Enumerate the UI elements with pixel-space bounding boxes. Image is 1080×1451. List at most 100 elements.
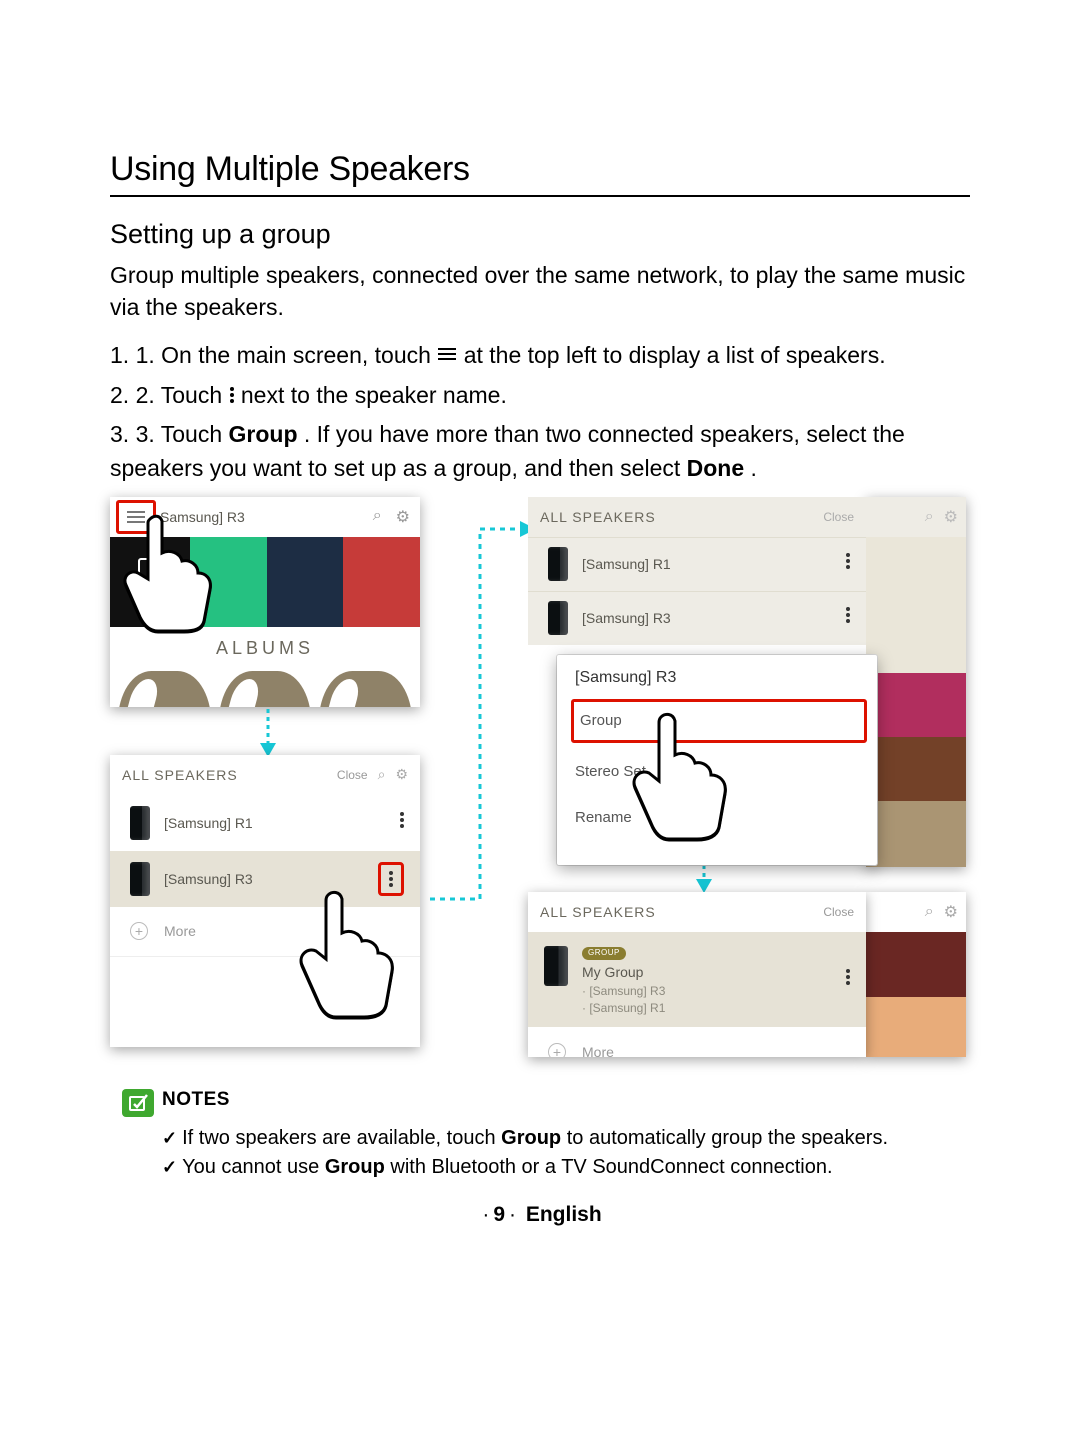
- popup-stereo-option[interactable]: Stereo Set: [557, 749, 877, 795]
- notes-list: If two speakers are available, touch Gro…: [162, 1127, 970, 1179]
- phone-icon: [138, 558, 162, 592]
- album-thumb[interactable]: [319, 671, 412, 707]
- fig4-header: ALL SPEAKERS Close: [528, 892, 866, 932]
- group-row[interactable]: GROUP My Group · [Samsung] R3 · [Samsung…: [528, 932, 866, 1027]
- fig1-tile-navy[interactable]: [267, 537, 344, 627]
- speaker-row-selected[interactable]: [Samsung] R3: [110, 851, 420, 907]
- step-2: 2. Touch next to the speaker name.: [110, 379, 970, 412]
- title-rule: [110, 195, 970, 197]
- fig1-title: Samsung] R3: [160, 509, 245, 525]
- search-icon[interactable]: ⌕: [925, 508, 934, 526]
- search-icon[interactable]: ⌕: [925, 903, 934, 921]
- plus-icon: +: [548, 1043, 566, 1057]
- fig2-title: ALL SPEAKERS: [122, 767, 238, 783]
- step-3-text-a: 3. Touch: [136, 421, 229, 447]
- step-3-text-c: .: [751, 455, 757, 481]
- figure-context-popup: [Samsung] R3 Group Stereo Set Rename: [557, 655, 877, 865]
- note-bold: Group: [325, 1156, 385, 1178]
- more-button[interactable]: [846, 967, 850, 992]
- figure-area: Samsung] R3 ⌕ ⚙ My Phone ALBUMS: [110, 497, 970, 1067]
- note-item: You cannot use Group with Bluetooth or a…: [162, 1156, 970, 1179]
- search-icon[interactable]: ⌕: [378, 766, 386, 783]
- fig3-background-strip: ⌕⚙: [866, 497, 966, 867]
- page-footer: ·9· English: [110, 1203, 970, 1227]
- fig1-header: Samsung] R3 ⌕ ⚙: [110, 497, 420, 537]
- hamburger-icon: [437, 347, 457, 363]
- search-icon[interactable]: ⌕: [373, 507, 382, 527]
- speaker-icon: [544, 946, 568, 986]
- step-2-text-b: next to the speaker name.: [241, 382, 507, 408]
- step-1: 1. On the main screen, touch at the top …: [110, 339, 970, 372]
- notes-header: NOTES: [122, 1089, 970, 1117]
- speaker-name: [Samsung] R3: [164, 871, 253, 887]
- add-more-row[interactable]: + More: [528, 1027, 866, 1057]
- fig4-background-strip: ⌕⚙: [866, 892, 966, 1057]
- more-button-highlighted[interactable]: [378, 862, 404, 896]
- fig2-close-button[interactable]: Close: [337, 768, 368, 782]
- settings-icon[interactable]: ⚙: [944, 902, 958, 922]
- fig2-header: ALL SPEAKERS Close ⌕ ⚙: [110, 755, 420, 795]
- fig3-close-button[interactable]: Close: [823, 510, 854, 524]
- group-name: My Group: [582, 964, 643, 980]
- notes-title: NOTES: [162, 1089, 230, 1111]
- group-badge: GROUP: [582, 947, 626, 960]
- speaker-name: [Samsung] R3: [582, 610, 671, 626]
- page-language: English: [526, 1203, 602, 1226]
- step-1-text-b: at the top left to display a list of spe…: [464, 342, 886, 368]
- speaker-icon: [130, 862, 150, 896]
- speaker-row[interactable]: [Samsung] R1: [110, 795, 420, 851]
- flow-arrow-icon: [258, 709, 278, 759]
- flow-arrow-icon: [420, 523, 540, 923]
- step-2-text-a: 2. Touch: [136, 382, 229, 408]
- fig1-album-thumbs: [110, 671, 420, 707]
- speaker-row[interactable]: [Samsung] R3: [528, 591, 866, 645]
- note-text: to automatically group the speakers.: [561, 1127, 888, 1149]
- speaker-row[interactable]: [Samsung] R1: [528, 537, 866, 591]
- group-member: · [Samsung] R3: [582, 984, 665, 998]
- speaker-name: [Samsung] R1: [164, 815, 253, 831]
- more-label: More: [164, 923, 196, 939]
- steps-list: 1. On the main screen, touch at the top …: [110, 339, 970, 484]
- fig1-tile-green[interactable]: [190, 537, 267, 627]
- note-text: If two speakers are available, touch: [182, 1127, 501, 1149]
- settings-icon[interactable]: ⚙: [944, 507, 958, 527]
- fig1-albums-tab[interactable]: ALBUMS: [110, 627, 420, 671]
- album-thumb[interactable]: [118, 671, 211, 707]
- fig4-title: ALL SPEAKERS: [540, 904, 656, 920]
- add-more-row[interactable]: + More: [110, 907, 420, 957]
- album-thumb[interactable]: [219, 671, 312, 707]
- more-button[interactable]: [400, 810, 404, 836]
- note-bold: Group: [501, 1127, 561, 1149]
- settings-icon[interactable]: ⚙: [395, 766, 408, 783]
- fig3-header: ALL SPEAKERS Close: [528, 497, 866, 537]
- fig1-tile-red[interactable]: [343, 537, 420, 627]
- speaker-icon: [130, 806, 150, 840]
- fig4-close-button[interactable]: Close: [823, 905, 854, 919]
- fig3-title: ALL SPEAKERS: [540, 509, 656, 525]
- plus-icon: +: [130, 922, 148, 940]
- fig1-hamburger-button[interactable]: [116, 500, 156, 534]
- section-intro: Group multiple speakers, connected over …: [110, 260, 970, 323]
- more-button[interactable]: [846, 551, 850, 577]
- figure-group-result: ALL SPEAKERS Close GROUP My Group · [Sam…: [528, 892, 866, 1057]
- note-text: with Bluetooth or a TV SoundConnect conn…: [385, 1156, 833, 1178]
- figure-speaker-list: bum C ALL SPEAKERS Close ⌕ ⚙ [Samsung] R…: [110, 755, 420, 1047]
- fig1-myphone-label: My Phone: [132, 596, 168, 605]
- notes-badge-icon: [122, 1089, 154, 1117]
- page-title: Using Multiple Speakers: [110, 150, 970, 189]
- group-info: GROUP My Group · [Samsung] R3 · [Samsung…: [582, 942, 665, 1017]
- popup-group-option[interactable]: Group: [571, 699, 867, 743]
- speaker-icon: [548, 547, 568, 581]
- fig1-myphone-tile[interactable]: My Phone: [110, 537, 190, 627]
- settings-icon[interactable]: ⚙: [396, 507, 410, 527]
- more-button[interactable]: [846, 605, 850, 631]
- speaker-icon: [548, 601, 568, 635]
- group-member: · [Samsung] R1: [582, 1001, 665, 1015]
- more-label: More: [582, 1044, 614, 1057]
- step-3: 3. Touch Group . If you have more than t…: [110, 418, 970, 485]
- page-number: 9: [493, 1203, 505, 1226]
- section-subtitle: Setting up a group: [110, 219, 970, 250]
- figure-main-screen: Samsung] R3 ⌕ ⚙ My Phone ALBUMS: [110, 497, 420, 707]
- popup-rename-option[interactable]: Rename: [557, 795, 877, 841]
- more-vertical-icon: [229, 386, 235, 404]
